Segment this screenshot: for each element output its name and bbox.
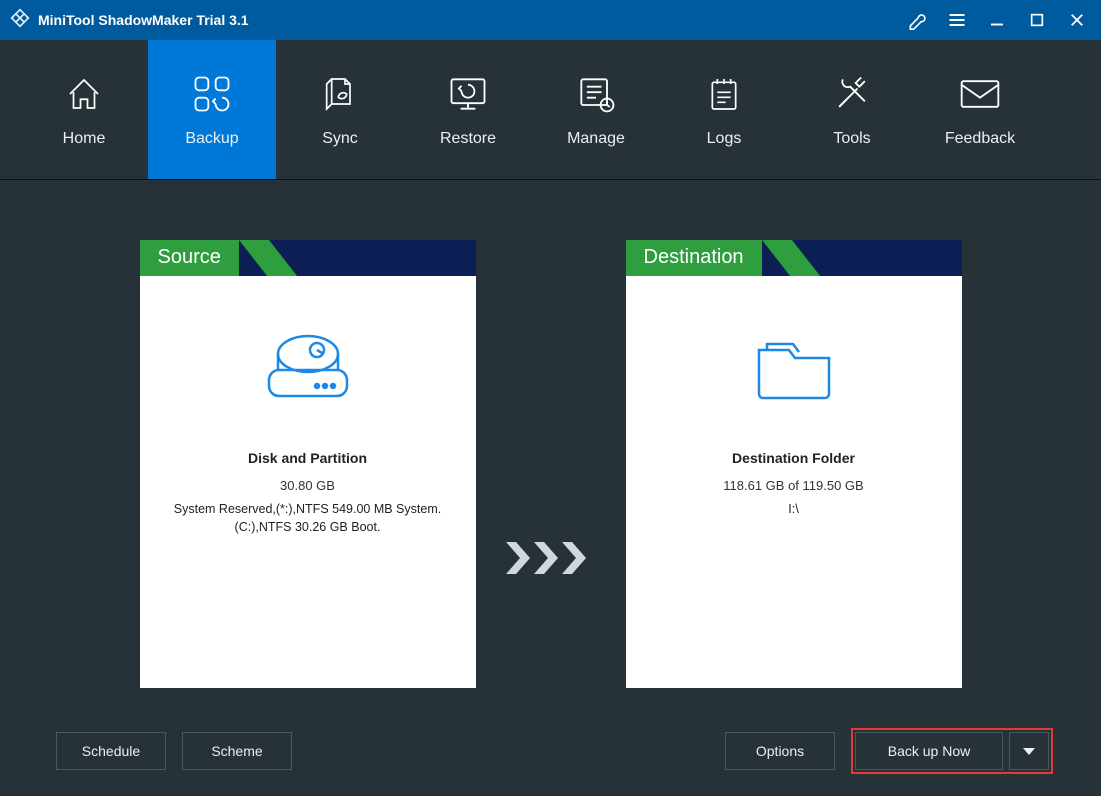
destination-card-header: Destination [626,240,962,276]
schedule-label: Schedule [82,743,140,759]
app-title: MiniTool ShadowMaker Trial 3.1 [38,12,249,28]
titlebar: MiniTool ShadowMaker Trial 3.1 [0,0,1101,40]
destination-tab-label: Destination [644,246,744,268]
destination-title: Destination Folder [732,450,855,466]
destination-card-wrap: Destination Destination Folder 118.61 GB… [626,240,962,688]
destination-tab: Destination [626,240,762,276]
schedule-button[interactable]: Schedule [56,732,166,770]
nav-label: Home [63,130,106,148]
logs-icon [702,72,746,116]
nav-home[interactable]: Home [20,40,148,179]
key-icon[interactable] [905,8,929,32]
arrow-icon [506,538,596,578]
home-icon [62,72,106,116]
chevron-down-icon [1023,748,1035,755]
nav-backup[interactable]: Backup [148,40,276,179]
source-size: 30.80 GB [280,478,335,493]
feedback-icon [958,72,1002,116]
restore-icon [446,72,490,116]
destination-detail: I:\ [778,501,808,519]
tools-icon [830,72,874,116]
backup-now-button[interactable]: Back up Now [855,732,1003,770]
nav-label: Restore [440,130,496,148]
backup-now-combo: Back up Now [851,728,1053,774]
sync-icon [318,72,362,116]
source-card[interactable]: Disk and Partition 30.80 GB System Reser… [140,276,476,688]
source-card-header: Source [140,240,476,276]
bottom-right-buttons: Options Back up Now [725,728,1053,774]
maximize-icon[interactable] [1025,8,1049,32]
bottom-left-buttons: Schedule Scheme [56,732,292,770]
nav-logs[interactable]: Logs [660,40,788,179]
disk-icon [263,330,353,404]
minimize-icon[interactable] [985,8,1009,32]
destination-size: 118.61 GB of 119.50 GB [723,478,863,493]
nav-label: Logs [707,130,742,148]
nav-label: Feedback [945,130,1015,148]
titlebar-controls [905,8,1089,32]
navbar: Home Backup Sync Restore Manage Logs T [0,40,1101,180]
close-icon[interactable] [1065,8,1089,32]
nav-label: Sync [322,130,358,148]
nav-sync[interactable]: Sync [276,40,404,179]
nav-restore[interactable]: Restore [404,40,532,179]
titlebar-left: MiniTool ShadowMaker Trial 3.1 [10,8,249,33]
options-label: Options [756,743,804,759]
folder-icon [749,330,839,404]
nav-label: Backup [185,130,238,148]
backup-now-dropdown[interactable] [1009,732,1049,770]
backup-now-label: Back up Now [888,743,970,759]
source-title: Disk and Partition [248,450,367,466]
manage-icon [574,72,618,116]
content-area: Source Disk and Partition 30.80 GB Syste… [0,180,1101,706]
nav-feedback[interactable]: Feedback [916,40,1044,179]
backup-icon [190,72,234,116]
nav-label: Tools [833,130,870,148]
app-logo-icon [10,8,30,33]
nav-tools[interactable]: Tools [788,40,916,179]
source-tab-label: Source [158,246,221,268]
source-detail: System Reserved,(*:),NTFS 549.00 MB Syst… [140,501,476,536]
scheme-button[interactable]: Scheme [182,732,292,770]
nav-manage[interactable]: Manage [532,40,660,179]
scheme-label: Scheme [211,743,262,759]
source-card-wrap: Source Disk and Partition 30.80 GB Syste… [140,240,476,688]
options-button[interactable]: Options [725,732,835,770]
bottom-bar: Schedule Scheme Options Back up Now [0,706,1101,796]
nav-label: Manage [567,130,625,148]
source-tab: Source [140,240,239,276]
menu-icon[interactable] [945,8,969,32]
destination-card[interactable]: Destination Folder 118.61 GB of 119.50 G… [626,276,962,688]
